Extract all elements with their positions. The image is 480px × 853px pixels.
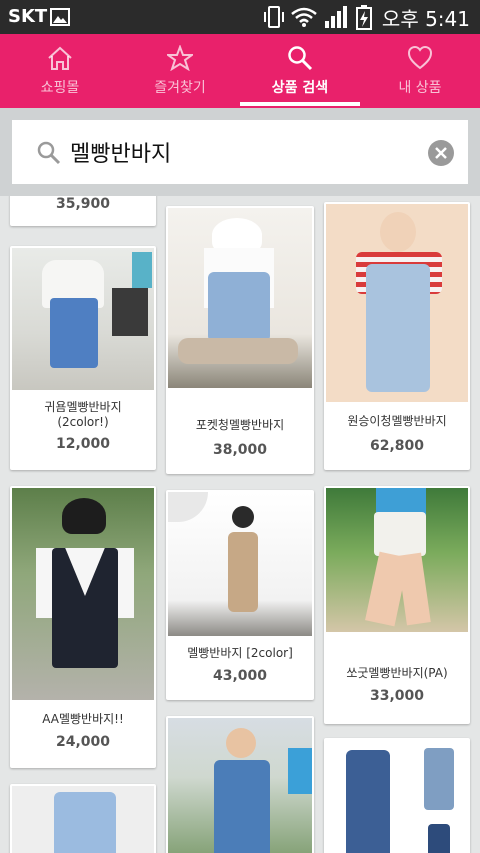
product-image [326, 488, 468, 632]
home-icon [48, 46, 72, 70]
tab-my-products[interactable]: 내 상품 [360, 34, 480, 108]
product-name: 멜빵반바지 [2color] [187, 646, 293, 660]
product-name: 원승이청멜빵반바지 [347, 414, 447, 428]
product-card[interactable]: 귀욤멜빵반바지 (2color!) 12,000 [10, 246, 156, 470]
product-grid: 35,900 귀욤멜빵반바지 (2color!) 12,000 포켓청멜빵반바지… [0, 196, 480, 853]
star-icon [167, 45, 193, 71]
tab-label: 즐겨찾기 [154, 80, 206, 96]
clear-search-button[interactable] [428, 140, 454, 166]
product-image [12, 488, 154, 700]
tab-bar: 쇼핑몰 즐겨찾기 상품 검색 내 상품 [0, 34, 480, 108]
product-price: 35,900 [55, 196, 111, 212]
carrier-name: SKT [8, 6, 48, 27]
product-price: 24,000 [55, 734, 111, 750]
product-card[interactable] [166, 716, 314, 853]
product-image [168, 208, 312, 388]
product-price: 33,000 [369, 688, 425, 704]
search-box [12, 120, 468, 184]
gallery-notification-icon [50, 8, 70, 26]
tab-product-search[interactable]: 상품 검색 [240, 34, 360, 108]
product-price: 38,000 [212, 442, 268, 458]
product-name: 귀욤멜빵반바지 (2color!) [44, 400, 122, 429]
product-card[interactable]: 쏘굿멜빵반바지(PA) 33,000 [324, 486, 470, 724]
tab-label: 상품 검색 [271, 80, 329, 96]
search-bar [0, 108, 480, 196]
tab-label: 쇼핑몰 [40, 80, 80, 96]
product-card[interactable]: 멜빵반바지 [2color] 43,000 [166, 490, 314, 700]
signal-strength-icon [324, 6, 347, 28]
product-name: 쏘굿멜빵반바지(PA) [346, 666, 448, 680]
search-icon [288, 46, 313, 71]
product-card[interactable]: 35,900 [10, 196, 156, 226]
product-card[interactable] [10, 784, 156, 853]
tab-favorites[interactable]: 즐겨찾기 [120, 34, 240, 108]
vibrate-icon [263, 6, 284, 28]
product-price: 62,800 [369, 438, 425, 454]
product-card[interactable] [324, 738, 470, 853]
product-image [326, 204, 468, 402]
product-name: 포켓청멜빵반바지 [195, 418, 285, 432]
product-image [168, 718, 312, 853]
product-price: 43,000 [212, 668, 268, 684]
search-field-icon [37, 141, 61, 165]
product-name: AA멜빵반바지!! [42, 712, 124, 726]
tab-label: 내 상품 [398, 80, 442, 96]
heart-icon [407, 45, 433, 70]
wifi-icon [291, 7, 317, 27]
product-card[interactable]: 원승이청멜빵반바지 62,800 [324, 202, 470, 470]
product-image [12, 786, 154, 853]
clock: 오후 5:41 [381, 6, 470, 31]
active-tab-indicator [240, 102, 360, 106]
product-card[interactable]: AA멜빵반바지!! 24,000 [10, 486, 156, 768]
product-image [326, 740, 468, 853]
product-price: 12,000 [55, 436, 111, 452]
tab-shopping-mall[interactable]: 쇼핑몰 [0, 34, 120, 108]
product-image [168, 492, 312, 636]
product-card[interactable]: 포켓청멜빵반바지 38,000 [166, 206, 314, 474]
search-input[interactable] [70, 128, 410, 176]
product-image [12, 248, 154, 390]
status-bar: SKT 오후 5:41 [0, 0, 480, 34]
battery-charging-icon [355, 5, 372, 30]
close-icon [435, 147, 447, 159]
